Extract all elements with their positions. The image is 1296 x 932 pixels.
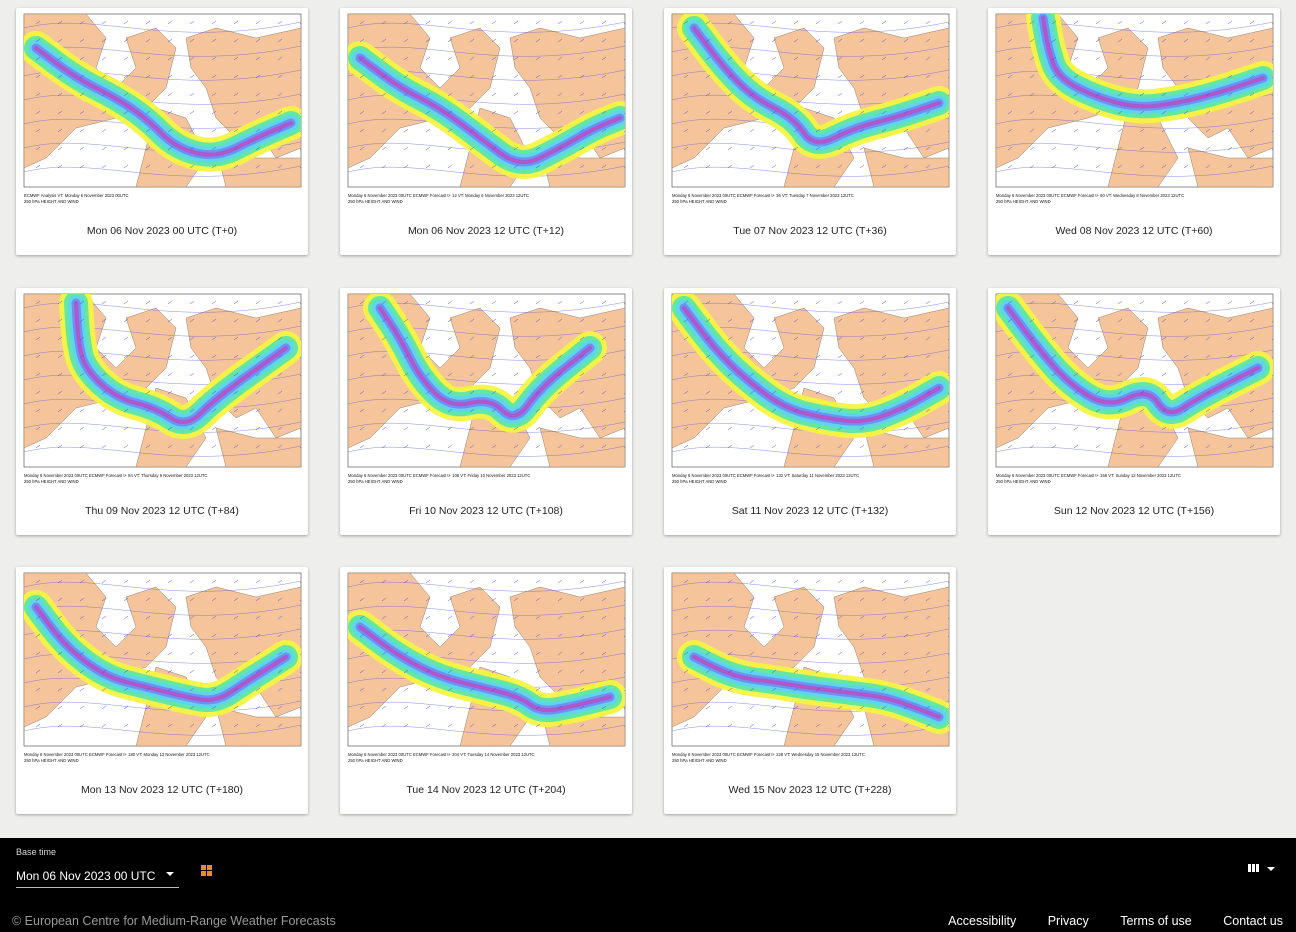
base-time-select[interactable]: Mon 06 Nov 2023 00 UTC bbox=[16, 864, 179, 888]
map-header-text: Monday 6 November 2023 00UTC ECMWF Forec… bbox=[996, 473, 1181, 478]
chart-card[interactable]: Monday 6 November 2023 00UTC ECMWF Forec… bbox=[340, 8, 632, 255]
map-header-text: Monday 6 November 2023 00UTC ECMWF Forec… bbox=[672, 193, 854, 198]
map-subheader-text: 250 hPa HEIGHT AND WIND bbox=[672, 758, 727, 763]
footer-links: Accessibility Privacy Terms of use Conta… bbox=[920, 914, 1283, 928]
chart-card[interactable]: Monday 6 November 2023 00UTC ECMWF Forec… bbox=[664, 567, 956, 814]
chart-thumbnail[interactable]: ECMWF Analysis VT: Monday 6 November 202… bbox=[16, 8, 308, 208]
map-subheader-text: 250 hPa HEIGHT AND WIND bbox=[996, 199, 1051, 204]
map-subheader-text: 250 hPa HEIGHT AND WIND bbox=[672, 479, 727, 484]
grid-view-icon[interactable] bbox=[201, 865, 213, 877]
footer-link-contact[interactable]: Contact us bbox=[1223, 914, 1283, 928]
map-subheader-text: 250 hPa HEIGHT AND WIND bbox=[24, 479, 79, 484]
weather-map-image: Monday 6 November 2023 00UTC ECMWF Forec… bbox=[988, 287, 1280, 488]
chart-caption: Thu 09 Nov 2023 12 UTC (T+84) bbox=[85, 504, 239, 517]
columns-menu-button[interactable] bbox=[1245, 862, 1281, 878]
chart-caption: Sun 12 Nov 2023 12 UTC (T+156) bbox=[1053, 504, 1215, 517]
map-header-text: Monday 6 November 2023 00UTC ECMWF Forec… bbox=[24, 473, 207, 478]
chart-card[interactable]: Monday 6 November 2023 00UTC ECMWF Forec… bbox=[340, 287, 632, 535]
map-header-text: Monday 6 November 2023 00UTC ECMWF Forec… bbox=[996, 193, 1184, 198]
chart-caption: Mon 13 Nov 2023 12 UTC (T+180) bbox=[81, 784, 243, 796]
chart-card[interactable]: ECMWF Analysis VT: Monday 6 November 202… bbox=[16, 8, 308, 255]
weather-map-image: ECMWF Analysis VT: Monday 6 November 202… bbox=[16, 8, 308, 208]
chart-caption: Wed 15 Nov 2023 12 UTC (T+228) bbox=[728, 784, 892, 796]
chart-thumbnail[interactable]: Monday 6 November 2023 00UTC ECMWF Forec… bbox=[340, 567, 632, 767]
weather-map-image: Monday 6 November 2023 00UTC ECMWF Forec… bbox=[340, 8, 632, 208]
chart-caption: Fri 10 Nov 2023 12 UTC (T+108) bbox=[409, 504, 563, 517]
map-header-text: Monday 6 November 2023 00UTC ECMWF Forec… bbox=[348, 752, 535, 757]
chart-caption: Mon 06 Nov 2023 12 UTC (T+12) bbox=[407, 225, 565, 237]
weather-map-image: Monday 6 November 2023 00UTC ECMWF Forec… bbox=[16, 287, 308, 488]
map-subheader-text: 250 hPa HEIGHT AND WIND bbox=[672, 199, 727, 204]
footer-link-privacy[interactable]: Privacy bbox=[1048, 914, 1089, 928]
map-subheader-text: 250 hPa HEIGHT AND WIND bbox=[996, 479, 1051, 484]
footer-link-terms[interactable]: Terms of use bbox=[1120, 914, 1192, 928]
map-header-text: Monday 6 November 2023 00UTC ECMWF Forec… bbox=[348, 473, 530, 478]
map-subheader-text: 250 hPa HEIGHT AND WIND bbox=[348, 758, 403, 763]
caret-down-icon bbox=[166, 872, 174, 876]
chart-thumbnail[interactable]: Monday 6 November 2023 00UTC ECMWF Forec… bbox=[664, 8, 956, 208]
map-header-text: Monday 6 November 2023 00UTC ECMWF Forec… bbox=[24, 752, 210, 757]
map-header-text: Monday 6 November 2023 00UTC ECMWF Forec… bbox=[672, 752, 865, 757]
weather-map-image: Monday 6 November 2023 00UTC ECMWF Forec… bbox=[16, 567, 308, 767]
chart-thumbnail[interactable]: Monday 6 November 2023 00UTC ECMWF Forec… bbox=[988, 287, 1280, 488]
chart-card[interactable]: Monday 6 November 2023 00UTC ECMWF Forec… bbox=[16, 567, 308, 814]
chart-thumbnail[interactable]: Monday 6 November 2023 00UTC ECMWF Forec… bbox=[340, 287, 632, 488]
footer: © European Centre for Medium-Range Weath… bbox=[0, 910, 1296, 932]
map-header-text: Monday 6 November 2023 00UTC ECMWF Forec… bbox=[672, 473, 859, 478]
chart-thumbnail[interactable]: Monday 6 November 2023 00UTC ECMWF Forec… bbox=[988, 8, 1280, 208]
map-subheader-text: 250 hPa HEIGHT AND WIND bbox=[24, 199, 79, 204]
map-header-text: ECMWF Analysis VT: Monday 6 November 202… bbox=[24, 193, 129, 198]
weather-map-image: Monday 6 November 2023 00UTC ECMWF Forec… bbox=[340, 567, 632, 767]
map-header-text: Monday 6 November 2023 00UTC ECMWF Forec… bbox=[348, 193, 529, 198]
chart-card[interactable]: Monday 6 November 2023 00UTC ECMWF Forec… bbox=[988, 287, 1280, 535]
weather-map-image: Monday 6 November 2023 00UTC ECMWF Forec… bbox=[988, 8, 1280, 208]
map-subheader-text: 250 hPa HEIGHT AND WIND bbox=[348, 199, 403, 204]
map-subheader-text: 250 hPa HEIGHT AND WIND bbox=[24, 758, 79, 763]
chart-thumbnail[interactable]: Monday 6 November 2023 00UTC ECMWF Forec… bbox=[16, 287, 308, 488]
chart-thumbnail[interactable]: Monday 6 November 2023 00UTC ECMWF Forec… bbox=[16, 567, 308, 767]
chart-card[interactable]: Monday 6 November 2023 00UTC ECMWF Forec… bbox=[340, 567, 632, 814]
chart-thumbnail[interactable]: Monday 6 November 2023 00UTC ECMWF Forec… bbox=[340, 8, 632, 208]
chart-caption: Tue 07 Nov 2023 12 UTC (T+36) bbox=[733, 225, 887, 237]
chart-card[interactable]: Monday 6 November 2023 00UTC ECMWF Forec… bbox=[664, 287, 956, 535]
copyright-text: © European Centre for Medium-Range Weath… bbox=[12, 914, 336, 928]
chart-thumbnail[interactable]: Monday 6 November 2023 00UTC ECMWF Forec… bbox=[664, 287, 956, 488]
weather-map-image: Monday 6 November 2023 00UTC ECMWF Forec… bbox=[664, 8, 956, 208]
chart-card[interactable]: Monday 6 November 2023 00UTC ECMWF Forec… bbox=[16, 287, 308, 535]
chart-caption: Tue 14 Nov 2023 12 UTC (T+204) bbox=[406, 784, 566, 796]
footer-link-accessibility[interactable]: Accessibility bbox=[948, 914, 1016, 928]
weather-map-image: Monday 6 November 2023 00UTC ECMWF Forec… bbox=[664, 567, 956, 767]
chart-card[interactable]: Monday 6 November 2023 00UTC ECMWF Forec… bbox=[988, 8, 1280, 255]
chart-caption: Mon 06 Nov 2023 00 UTC (T+0) bbox=[86, 225, 238, 237]
chart-caption: Sat 11 Nov 2023 12 UTC (T+132) bbox=[731, 504, 889, 517]
chart-caption: Wed 08 Nov 2023 12 UTC (T+60) bbox=[1055, 225, 1213, 237]
chart-card[interactable]: Monday 6 November 2023 00UTC ECMWF Forec… bbox=[664, 8, 956, 255]
chart-thumbnail[interactable]: Monday 6 November 2023 00UTC ECMWF Forec… bbox=[664, 567, 956, 767]
caret-down-icon bbox=[1267, 867, 1275, 871]
weather-map-image: Monday 6 November 2023 00UTC ECMWF Forec… bbox=[664, 287, 956, 488]
base-time-value: Mon 06 Nov 2023 00 UTC bbox=[16, 869, 156, 883]
control-bar: Base time Mon 06 Nov 2023 00 UTC bbox=[0, 838, 1296, 910]
base-time-label: Base time bbox=[16, 847, 57, 857]
weather-map-image: Monday 6 November 2023 00UTC ECMWF Forec… bbox=[340, 287, 632, 488]
map-subheader-text: 250 hPa HEIGHT AND WIND bbox=[348, 479, 403, 484]
